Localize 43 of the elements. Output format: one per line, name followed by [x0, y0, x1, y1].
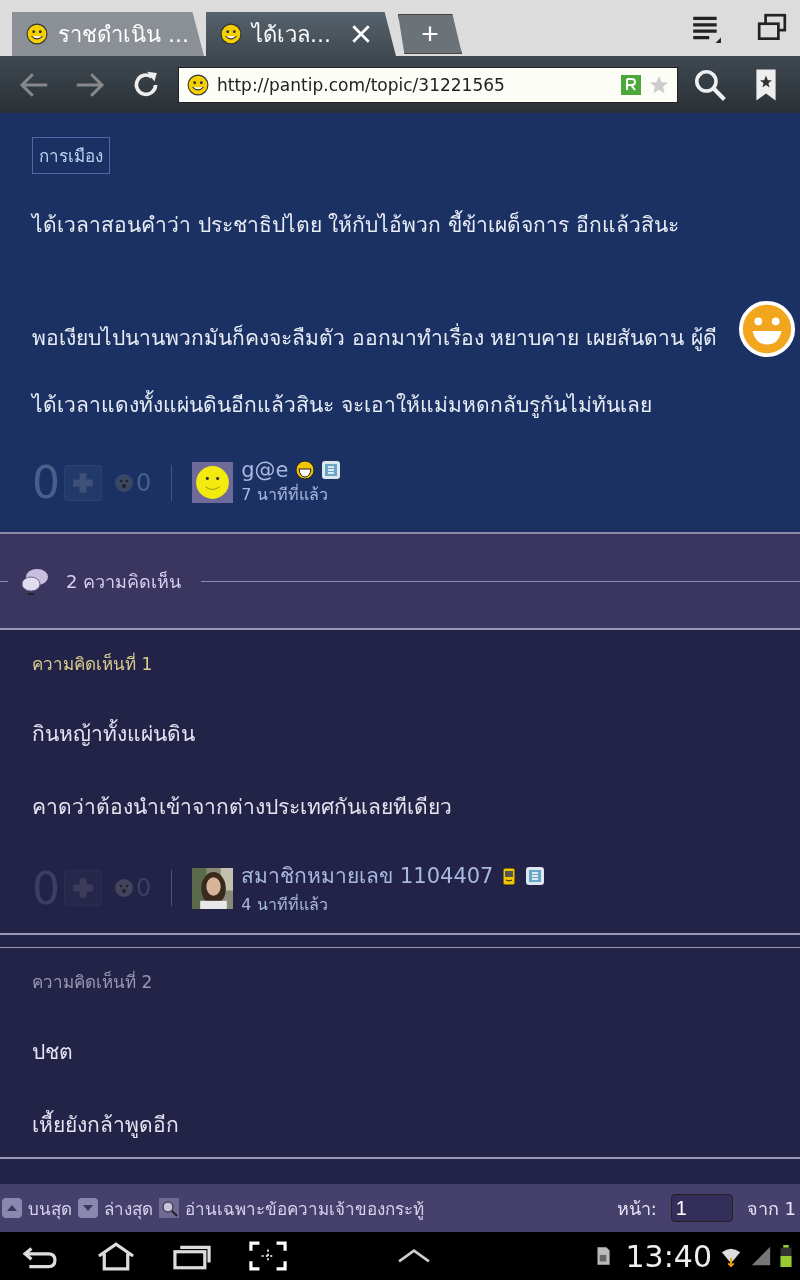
page-label: หน้า:: [616, 1196, 657, 1221]
extension-icon[interactable]: [621, 74, 641, 95]
top-link[interactable]: บนสุด: [28, 1194, 72, 1222]
grinning-face-icon[interactable]: [738, 300, 796, 358]
comment-text: คาดว่าต้องนำเข้าจากต่างประเทศกันเลยทีเดียว: [32, 794, 453, 821]
signal-icon: [750, 1245, 772, 1267]
category-tag[interactable]: การเมือง: [32, 137, 110, 174]
screenshot-icon[interactable]: [246, 1240, 290, 1272]
page-total: จาก 1: [746, 1196, 796, 1221]
browser-tab[interactable]: ได้เวล...: [206, 12, 396, 56]
post-text: พอเงียบไปนานพวกมันก็คงจะลืมตัว ออกมาทำเรื่อง หยาบคาย เผยสันดาน ผู้ดี: [32, 321, 768, 354]
bottom-link[interactable]: ล่างสุด: [104, 1194, 153, 1222]
battery-icon: [780, 1245, 792, 1267]
smiley-avatar[interactable]: [192, 462, 234, 503]
comment-label: ความคิดเห็นที่ 2: [32, 969, 154, 994]
author-name[interactable]: สมาชิกหมายเลข 1104407: [241, 859, 494, 892]
comment-label: ความคิดเห็นที่ 1: [32, 651, 154, 676]
tab-title: ได้เวล...: [252, 20, 331, 49]
author-name[interactable]: g@e: [241, 458, 289, 482]
post-time: 7 นาทีที่แล้ว: [241, 483, 329, 506]
comment-count: 2 ความคิดเห็น: [66, 569, 182, 594]
tab-title: ราชดำเนิน ...: [58, 20, 189, 49]
smiley-icon: [187, 73, 209, 96]
blog-icon: [320, 460, 341, 480]
address-field[interactable]: http://pantip.com/topic/31221565: [178, 66, 678, 103]
comment-text: กินหญ้าทั้งแผ่นดิน: [32, 717, 768, 750]
smiley-icon: [26, 23, 48, 45]
comment-text: ปชต: [32, 1039, 74, 1066]
comment-text: เหี้ยยังกล้าพูดอีก: [32, 1108, 768, 1141]
close-icon[interactable]: [350, 23, 372, 45]
magnifier-icon[interactable]: [159, 1198, 179, 1218]
laughing-face-icon: [294, 460, 315, 480]
post-text: ได้เวลาแดงทั้งแผ่นดินอีกแล้วสินะ จะเอาให้แม่มหดกลับรูกันไม่ทันเลย: [32, 388, 768, 421]
page-field[interactable]: 1: [670, 1194, 733, 1222]
new-tab-button[interactable]: +: [398, 14, 462, 54]
star-icon[interactable]: [649, 74, 669, 95]
comment-time: 4 นาทีที่แล้ว: [241, 893, 329, 916]
smiley-icon: [220, 23, 242, 45]
blog-icon: [525, 865, 546, 886]
chat-bubbles-icon: [20, 566, 50, 596]
clock: 13:40: [625, 1238, 712, 1274]
owner-only-link[interactable]: อ่านเฉพาะข้อความเจ้าของกระทู้: [185, 1194, 424, 1222]
post-text: ได้เวลาสอนคำว่า ประชาธิปไตย ให้กับไอ้พวก ขี้ข้าเผด็จการ อีกแล้วสินะ: [32, 208, 768, 241]
